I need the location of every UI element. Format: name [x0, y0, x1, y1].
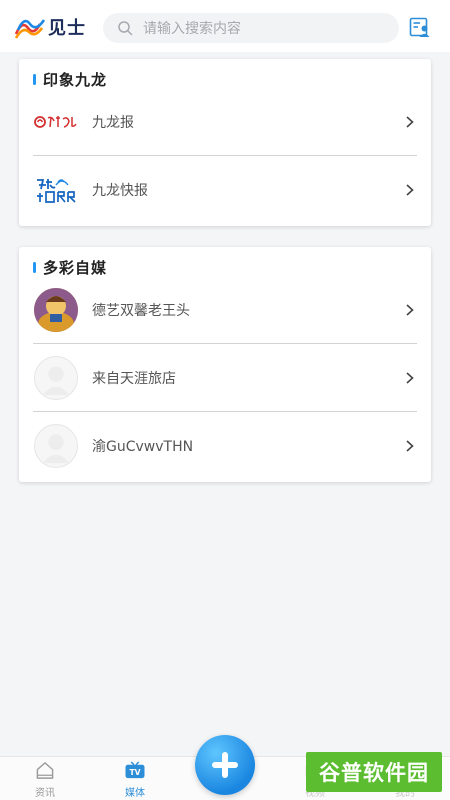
cartoon-avatar-icon: [34, 288, 78, 332]
nav-item-news[interactable]: 资讯: [15, 761, 75, 799]
chevron-right-icon: [406, 184, 414, 196]
svg-text:TV: TV: [129, 768, 140, 777]
avatar: [34, 424, 78, 468]
section-title: 印象九龙: [33, 68, 107, 90]
plus-icon: [212, 752, 238, 778]
search-input[interactable]: 请输入搜索内容: [103, 13, 399, 43]
chevron-right-icon: [406, 116, 414, 128]
chevron-right-icon: [406, 304, 414, 316]
watermark-badge: 谷普软件园: [306, 752, 442, 792]
logo-waves-icon: [14, 19, 46, 39]
list-item-label: 九龙快报: [92, 183, 148, 199]
nav-label: 资讯: [35, 788, 55, 799]
title-accent-bar: [33, 261, 36, 273]
divider: [33, 155, 417, 156]
publish-fab-button[interactable]: [195, 735, 255, 795]
list-item-label: 德艺双馨老王头: [92, 303, 190, 319]
avatar: [34, 356, 78, 400]
list-item-jiulongbao[interactable]: 九龙报: [33, 93, 417, 151]
jiulong-kuaibao-logo-icon: [33, 169, 79, 211]
avatar-wrapper: [33, 288, 79, 332]
divider: [33, 343, 417, 344]
list-item-label: 来自天涯旅店: [92, 371, 176, 387]
chevron-right-icon: [406, 440, 414, 452]
jiulongbao-logo-icon: [33, 101, 79, 143]
title-accent-bar: [33, 73, 36, 85]
avatar-wrapper: [33, 424, 79, 468]
tv-icon: TV: [125, 761, 145, 779]
search-placeholder: 请输入搜索内容: [143, 21, 241, 37]
watermark-text: 谷普软件园: [319, 761, 429, 785]
section-title: 多彩自媒: [33, 256, 107, 278]
search-icon: [118, 21, 133, 36]
nav-label: 媒体: [125, 788, 145, 799]
section-card-impression: 印象九龙 九龙报 九龙快报: [19, 59, 431, 226]
default-avatar-icon: [42, 434, 70, 464]
list-item-author[interactable]: 来自天涯旅店: [33, 349, 417, 407]
logo-text: 见士: [48, 18, 86, 39]
list-item-label: 渝GuCvwvTHN: [92, 439, 194, 455]
list-item-author[interactable]: 渝GuCvwvTHN: [33, 417, 417, 475]
app-logo[interactable]: 见士: [14, 14, 96, 40]
divider: [33, 411, 417, 412]
default-avatar-icon: [42, 366, 70, 396]
nav-item-media[interactable]: TV 媒体: [105, 761, 165, 799]
section-title-text: 印象九龙: [43, 70, 108, 89]
home-icon: [36, 762, 54, 779]
avatar-wrapper: [33, 356, 79, 400]
user-card-icon[interactable]: [409, 16, 431, 38]
top-header: 见士 请输入搜索内容: [0, 0, 450, 52]
avatar: [34, 288, 78, 332]
section-card-we-media: 多彩自媒 德艺双馨老王头 来自天涯旅店 渝GuCvwvTHN: [19, 247, 431, 482]
list-item-label: 九龙报: [92, 115, 134, 131]
section-title-text: 多彩自媒: [43, 258, 108, 277]
list-item-author[interactable]: 德艺双馨老王头: [33, 281, 417, 339]
list-item-jiulong-kuaibao[interactable]: 九龙快报: [33, 161, 417, 219]
chevron-right-icon: [406, 372, 414, 384]
